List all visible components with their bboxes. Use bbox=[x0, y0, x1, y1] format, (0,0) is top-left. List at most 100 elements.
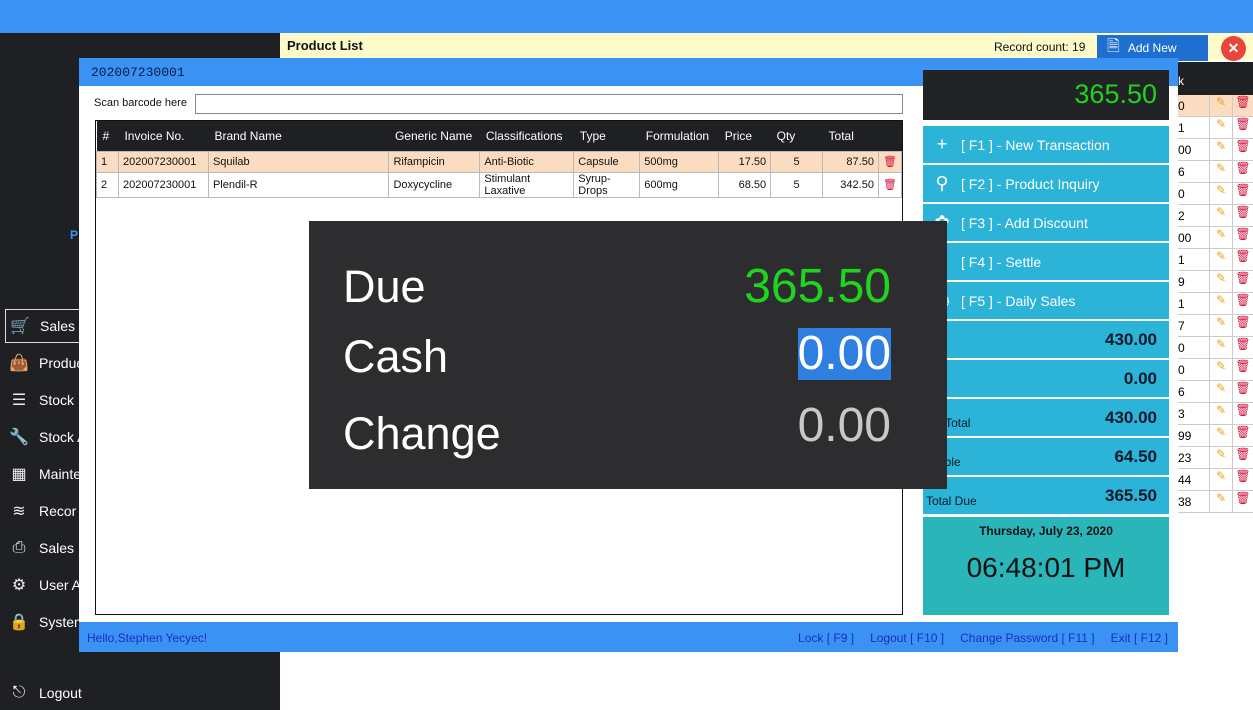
stock-in-icon: ☰ bbox=[11, 392, 27, 409]
table-row[interactable]: 0 ✎ 🗑 bbox=[1178, 183, 1253, 205]
delete-icon[interactable]: 🗑 bbox=[1232, 183, 1253, 204]
close-button[interactable]: ✕ bbox=[1221, 36, 1246, 61]
column-header[interactable]: Type bbox=[573, 121, 640, 151]
table-row[interactable]: 1 202007230001 Squilab Rifampicin Anti-Bioti… bbox=[96, 150, 903, 173]
clock-panel: Thursday, July 23, 2020 06:48:01 PM bbox=[923, 517, 1169, 615]
table-row[interactable]: 1 ✎ 🗑 bbox=[1178, 293, 1253, 315]
table-row[interactable]: 7 ✎ 🗑 bbox=[1178, 315, 1253, 337]
delete-icon[interactable]: 🗑 bbox=[877, 171, 903, 198]
table-row[interactable]: 23 ✎ 🗑 bbox=[1178, 447, 1253, 469]
delete-icon[interactable]: 🗑 bbox=[1232, 447, 1253, 468]
table-row[interactable]: 00 ✎ 🗑 bbox=[1178, 227, 1253, 249]
column-header[interactable]: Classifications bbox=[479, 121, 574, 151]
table-row[interactable]: 38 ✎ 🗑 bbox=[1178, 491, 1253, 513]
edit-icon[interactable]: ✎ bbox=[1209, 205, 1232, 226]
delete-icon[interactable]: 🗑 bbox=[1232, 227, 1253, 248]
delete-icon[interactable]: 🗑 bbox=[1232, 249, 1253, 270]
delete-icon[interactable]: 🗑 bbox=[1232, 425, 1253, 446]
delete-icon[interactable]: 🗑 bbox=[1232, 205, 1253, 226]
cell: 342.50 bbox=[822, 171, 879, 198]
logout-button[interactable]: ⎋ Logout bbox=[5, 676, 205, 710]
function-button-1[interactable]: +[ F1 ] - New Transaction bbox=[923, 126, 1169, 163]
delete-icon[interactable]: 🗑 bbox=[1232, 381, 1253, 402]
table-row[interactable]: 0 ✎ 🗑 bbox=[1178, 359, 1253, 381]
delete-icon[interactable]: 🗑 bbox=[877, 150, 903, 173]
delete-icon[interactable]: 🗑 bbox=[1232, 359, 1253, 380]
delete-icon[interactable]: 🗑 bbox=[1232, 271, 1253, 292]
edit-icon[interactable]: ✎ bbox=[1209, 249, 1232, 270]
table-row[interactable]: 99 ✎ 🗑 bbox=[1178, 425, 1253, 447]
summary-row: Total Due 365.50 bbox=[923, 477, 1169, 514]
cash-input[interactable]: 0.00 bbox=[797, 328, 891, 380]
delete-icon[interactable]: 🗑 bbox=[1232, 117, 1253, 138]
edit-icon[interactable]: ✎ bbox=[1209, 491, 1232, 512]
function-button-3[interactable]: ✿[ F3 ] - Add Discount bbox=[923, 204, 1169, 241]
column-header[interactable]: Qty bbox=[770, 121, 823, 151]
edit-icon[interactable]: ✎ bbox=[1209, 337, 1232, 358]
product-list-title: Product List bbox=[287, 38, 363, 53]
edit-icon[interactable]: ✎ bbox=[1209, 183, 1232, 204]
cart-icon: 🛒 bbox=[10, 318, 30, 335]
search-icon: ⚲ bbox=[935, 173, 949, 193]
table-row[interactable]: 00 ✎ 🗑 bbox=[1178, 139, 1253, 161]
scan-barcode-input[interactable] bbox=[195, 94, 903, 114]
footer-link-0[interactable]: Lock [ F9 ] bbox=[798, 631, 854, 645]
column-header[interactable]: Brand Name bbox=[208, 121, 389, 151]
column-header[interactable]: # bbox=[96, 121, 119, 151]
column-header[interactable]: Formulation bbox=[639, 121, 719, 151]
table-row[interactable]: 6 ✎ 🗑 bbox=[1178, 381, 1253, 403]
table-row[interactable]: 44 ✎ 🗑 bbox=[1178, 469, 1253, 491]
function-button-2[interactable]: ⚲[ F2 ] - Product Inquiry bbox=[923, 165, 1169, 202]
cell: 1 bbox=[96, 150, 119, 173]
table-row[interactable]: 3 ✎ 🗑 bbox=[1178, 403, 1253, 425]
function-button-4[interactable]: $[ F4 ] - Settle bbox=[923, 243, 1169, 280]
cell: 87.50 bbox=[822, 150, 879, 173]
column-header[interactable]: Price bbox=[718, 121, 771, 151]
delete-icon[interactable]: 🗑 bbox=[1232, 491, 1253, 512]
footer-link-2[interactable]: Change Password [ F11 ] bbox=[960, 631, 1095, 645]
edit-icon[interactable]: ✎ bbox=[1209, 425, 1232, 446]
edit-icon[interactable]: ✎ bbox=[1209, 227, 1232, 248]
footer-link-3[interactable]: Exit [ F12 ] bbox=[1111, 631, 1168, 645]
table-row[interactable]: 0 ✎ 🗑 bbox=[1178, 337, 1253, 359]
edit-icon[interactable]: ✎ bbox=[1209, 161, 1232, 182]
cell: Doxycycline bbox=[388, 171, 481, 198]
edit-icon[interactable]: ✎ bbox=[1209, 381, 1232, 402]
function-button-5[interactable]: ◷[ F5 ] - Daily Sales bbox=[923, 282, 1169, 319]
edit-icon[interactable]: ✎ bbox=[1209, 403, 1232, 424]
table-row[interactable]: 6 ✎ 🗑 bbox=[1178, 161, 1253, 183]
edit-icon[interactable]: ✎ bbox=[1209, 95, 1232, 116]
column-header[interactable]: Invoice No. bbox=[118, 121, 209, 151]
database-icon: ≋ bbox=[12, 503, 26, 520]
edit-icon[interactable]: ✎ bbox=[1209, 359, 1232, 380]
edit-icon[interactable]: ✎ bbox=[1209, 293, 1232, 314]
delete-icon[interactable]: 🗑 bbox=[1232, 161, 1253, 182]
record-count: Record count: 19 bbox=[994, 40, 1086, 54]
cell: Plendil-R bbox=[207, 171, 390, 198]
delete-icon[interactable]: 🗑 bbox=[1232, 293, 1253, 314]
cell: Rifampicin bbox=[388, 150, 481, 173]
table-row[interactable]: 1 ✎ 🗑 bbox=[1178, 249, 1253, 271]
edit-icon[interactable]: ✎ bbox=[1209, 315, 1232, 336]
table-row[interactable]: 1 ✎ 🗑 bbox=[1178, 117, 1253, 139]
delete-icon[interactable]: 🗑 bbox=[1232, 315, 1253, 336]
column-header[interactable]: Generic Name bbox=[388, 121, 480, 151]
table-row[interactable]: 2 ✎ 🗑 bbox=[1178, 205, 1253, 227]
edit-icon[interactable]: ✎ bbox=[1209, 271, 1232, 292]
column-header[interactable]: Total bbox=[822, 121, 879, 151]
table-row[interactable]: 9 ✎ 🗑 bbox=[1178, 271, 1253, 293]
cell: 600mg bbox=[639, 171, 720, 198]
table-row[interactable]: 0 ✎ 🗑 bbox=[1178, 95, 1253, 117]
edit-icon[interactable]: ✎ bbox=[1209, 469, 1232, 490]
due-label: Due bbox=[343, 261, 426, 312]
delete-icon[interactable]: 🗑 bbox=[1232, 95, 1253, 116]
delete-icon[interactable]: 🗑 bbox=[1232, 139, 1253, 160]
edit-icon[interactable]: ✎ bbox=[1209, 117, 1232, 138]
delete-icon[interactable]: 🗑 bbox=[1232, 403, 1253, 424]
table-row[interactable]: 2 202007230001 Plendil-R Doxycycline Stimula… bbox=[96, 171, 903, 198]
delete-icon[interactable]: 🗑 bbox=[1232, 469, 1253, 490]
delete-icon[interactable]: 🗑 bbox=[1232, 337, 1253, 358]
edit-icon[interactable]: ✎ bbox=[1209, 447, 1232, 468]
footer-link-1[interactable]: Logout [ F10 ] bbox=[870, 631, 944, 645]
edit-icon[interactable]: ✎ bbox=[1209, 139, 1232, 160]
